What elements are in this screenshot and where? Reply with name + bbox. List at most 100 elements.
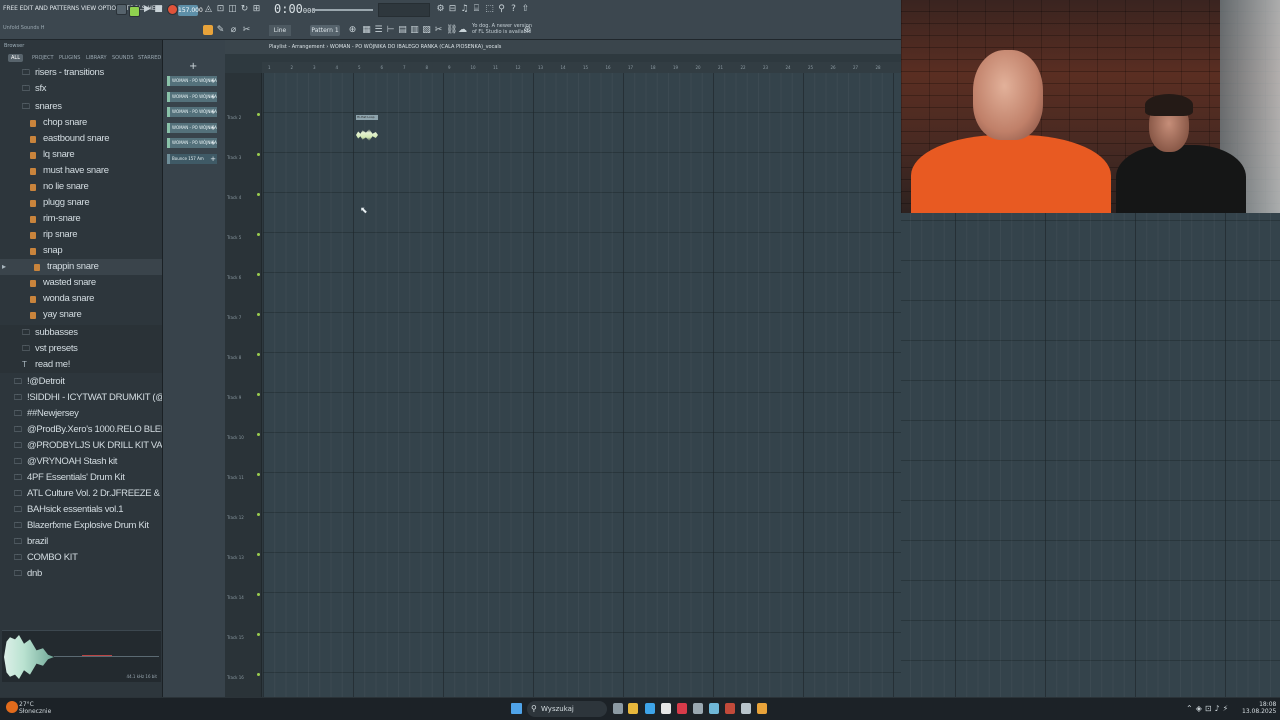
task-view-icon[interactable] — [613, 703, 623, 714]
track-label[interactable]: Track 10 — [227, 435, 244, 440]
app-red-icon[interactable] — [677, 703, 687, 714]
list-icon[interactable]: ☰ — [374, 25, 383, 36]
track-mute-led[interactable] — [257, 193, 260, 196]
timeline-ruler[interactable]: 1 2 3 4 5 6 7 8 9 10 11 12 13 14 15 16 17 18 19 20 21 22 23 24 2… — [262, 62, 901, 73]
tab-project[interactable]: PROJECT — [32, 55, 54, 61]
browser-item[interactable]: 🗀 !@Detroit — [0, 374, 162, 390]
script-icon[interactable]: ▧ — [422, 25, 431, 36]
blend-icon[interactable]: ⊞ — [252, 4, 261, 15]
chain-icon[interactable]: ⛓ — [446, 25, 457, 36]
edge-icon[interactable] — [645, 703, 655, 714]
start-menu-icon[interactable] — [511, 703, 522, 714]
track-mute-led[interactable] — [257, 513, 260, 516]
tab-sounds[interactable]: SOUNDS — [112, 55, 134, 61]
track-mute-led[interactable] — [257, 673, 260, 676]
browser-item[interactable]: plugg snare — [0, 195, 162, 211]
channel-button[interactable]: WOMAN - PO WÓJNIKA + — [167, 138, 217, 149]
track-label[interactable]: Track 11 — [227, 475, 244, 480]
tab-starred[interactable]: STARRED — [138, 55, 161, 61]
track-label[interactable]: Track 8 — [227, 355, 241, 360]
track-mute-led[interactable] — [257, 473, 260, 476]
channel-plus-icon[interactable]: + — [210, 154, 216, 164]
channel-rack-icon[interactable]: ⊟ — [448, 4, 457, 15]
help-icon[interactable]: ? — [509, 4, 518, 15]
browser-item[interactable]: Tread me! — [0, 357, 162, 373]
countdown-icon[interactable]: ◫ — [228, 4, 237, 15]
track-mute-led[interactable] — [257, 553, 260, 556]
channel-plus-icon[interactable]: + — [210, 138, 216, 148]
browser-item[interactable]: wasted snare — [0, 275, 162, 291]
pattern-selector[interactable]: Pattern 1 — [310, 25, 340, 36]
app-chrome-icon[interactable] — [725, 703, 735, 714]
channel-button[interactable]: WOMAN - PO WÓJNIKA + — [167, 107, 217, 118]
browser-item[interactable]: 🗀 @PRODBYLJS UK DRILL KIT VACCINE — [0, 438, 162, 454]
browser-item[interactable]: rip snare — [0, 227, 162, 243]
split-icon[interactable]: ⊢ — [386, 25, 395, 36]
metronome-icon[interactable]: ◬ — [204, 4, 213, 15]
playlist-grid[interactable]: Hi-Hat Loop — [263, 73, 901, 697]
playlist-grid-extension[interactable] — [901, 213, 1280, 697]
waveform-preview[interactable]: 44.1 kHz 16 bit — [2, 630, 161, 682]
plugin-picker-icon[interactable]: ⬚ — [485, 4, 494, 15]
track-mute-led[interactable] — [257, 393, 260, 396]
track-label[interactable]: Track 6 — [227, 275, 241, 280]
brush-icon[interactable]: ⌀ — [229, 25, 238, 36]
track-mute-led[interactable] — [257, 113, 260, 116]
browser-item[interactable]: lq snare — [0, 147, 162, 163]
channel-button[interactable]: Bounce 157 Am + — [167, 154, 217, 164]
browser-item[interactable]: 🗀 @ProdBy.Xero's 1000.RELO BLEH MEGA KIT — [0, 422, 162, 438]
browser-item[interactable]: 🗀 @VRYNOAH Stash kit — [0, 454, 162, 470]
record-button[interactable] — [167, 4, 178, 15]
song-mode-button[interactable] — [129, 6, 140, 17]
browser-item[interactable]: 🗀 sfx — [0, 81, 162, 97]
track-label[interactable]: Track 9 — [227, 395, 241, 400]
browser-item[interactable]: 🗀 COMBO KIT — [0, 550, 162, 566]
scissors-icon[interactable]: ✂ — [434, 25, 443, 36]
browser-item[interactable]: 🗀 BAHsick essentials vol.1 — [0, 502, 162, 518]
browser-item[interactable]: 🗀 subbasses — [0, 325, 162, 341]
taskbar-search[interactable]: ⚲ Wyszukaj — [527, 701, 607, 717]
file-explorer-icon[interactable] — [628, 703, 638, 714]
slice-icon[interactable]: ✂ — [242, 25, 251, 36]
browser-item[interactable]: eastbound snare — [0, 131, 162, 147]
cloud-icon[interactable]: ☁ — [458, 25, 467, 36]
playlist-title[interactable]: Playlist - Arrangement › WOMAN - PO WÓJN… — [225, 40, 901, 54]
browser-item[interactable]: 🗀 vst presets — [0, 341, 162, 357]
track-mute-led[interactable] — [257, 233, 260, 236]
piano-roll-icon[interactable]: ♫ — [460, 4, 469, 15]
view-icon[interactable]: ▤ — [398, 25, 407, 36]
browser-item[interactable]: 🗀 4PF Essentials' Drum Kit — [0, 470, 162, 486]
browser-item[interactable]: 🗀 risers - transitions — [0, 65, 162, 81]
tool-icon[interactable]: ▥ — [410, 25, 419, 36]
online-icon[interactable]: ⚲ — [497, 4, 506, 15]
channel-plus-icon[interactable]: + — [210, 123, 216, 133]
browser-item[interactable]: 🗀 brazil — [0, 534, 162, 550]
track-label[interactable]: Track 13 — [227, 555, 244, 560]
channel-button[interactable]: WOMAN - PO WÓJNIKA + — [167, 91, 217, 102]
channel-button[interactable]: WOMAN - PO WÓJNIKA + — [167, 76, 217, 86]
track-label[interactable]: Track 2 — [227, 115, 241, 120]
track-mute-led[interactable] — [257, 633, 260, 636]
tab-plugins[interactable]: PLUGINS — [59, 55, 80, 61]
browser-item[interactable]: chop snare — [0, 115, 162, 131]
browser-item[interactable]: 🗀 dnb — [0, 566, 162, 582]
play-icon[interactable]: ▶ — [143, 4, 152, 15]
track-mute-led[interactable] — [257, 313, 260, 316]
track-label[interactable]: Track 3 — [227, 155, 241, 160]
snap-mode-icon[interactable] — [203, 25, 213, 35]
browser-item[interactable]: snap — [0, 243, 162, 259]
app-blue-icon[interactable] — [709, 703, 719, 714]
plus-icon[interactable]: ⊕ — [348, 25, 357, 36]
loop-record-icon[interactable]: ↻ — [240, 4, 249, 15]
track-mute-led[interactable] — [257, 433, 260, 436]
app-light-icon[interactable] — [741, 703, 751, 714]
taskbar-clock[interactable]: 18:08 13.08.2025 — [1242, 701, 1276, 715]
weather-widget[interactable]: 27°C Słonecznie — [19, 701, 51, 715]
browser-item[interactable]: 🗀 snares — [0, 99, 162, 115]
track-label[interactable]: Track 12 — [227, 515, 244, 520]
track-label[interactable]: Track 14 — [227, 595, 244, 600]
channel-plus-icon[interactable]: + — [210, 92, 216, 102]
system-tray[interactable]: ⌃◈⊡♪⚡ — [1186, 704, 1231, 713]
mixer-icon[interactable]: ⚙ — [436, 4, 445, 15]
browser-item[interactable]: 🗀 Blazerfxme Explosive Drum Kit — [0, 518, 162, 534]
